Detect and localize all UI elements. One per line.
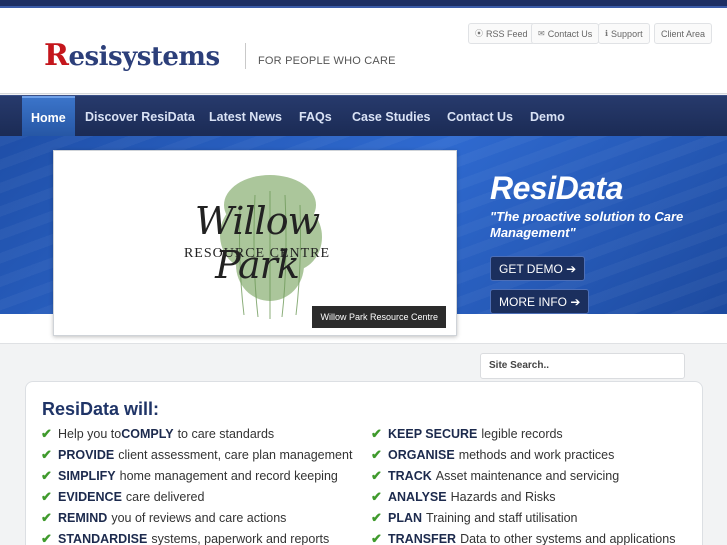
contact-us-link[interactable]: ✉ Contact Us [531,23,600,44]
residata-brand: ResiData [490,170,623,206]
mail-icon: ✉ [538,29,545,38]
feature-item: ✔ ORGANISE methods and work practices [371,444,675,465]
checkmark-icon: ✔ [41,446,52,462]
feature-item: ✔ KEEP SECURE legible records [371,423,675,444]
feature-item: ✔ REMIND you of reviews and care actions [41,507,352,528]
feature-keyword: PLAN [388,510,423,525]
checkmark-icon: ✔ [371,467,382,483]
feature-keyword: REMIND [58,510,108,525]
feature-keyword: COMPLY [121,426,174,441]
get-demo-button[interactable]: GET DEMO ➔ [490,256,586,281]
feature-keyword: EVIDENCE [58,489,122,504]
checkmark-icon: ✔ [371,509,382,525]
checkmark-icon: ✔ [371,446,382,462]
checkmark-icon: ✔ [41,530,52,545]
rss-icon: ⦿ [475,29,483,38]
arrow-right-icon: ➔ [566,261,577,276]
feature-item: ✔ SIMPLIFY home management and record keep… [41,465,352,486]
feature-keyword: STANDARDISE [58,531,148,545]
feature-keyword: ANALYSE [388,489,447,504]
logo-initial: R [44,38,69,73]
contact-us-label: Contact Us [547,28,593,39]
logo-text: esisystems [68,42,220,72]
feature-prefix: Help you to [58,426,122,441]
feature-keyword: PROVIDE [58,447,115,462]
site-header: Resisystems FOR PEOPLE WHO CARE ⦿ RSS Fe… [0,8,727,94]
nav-case-studies[interactable]: Case Studies [352,96,431,137]
feature-keyword: KEEP SECURE [388,426,478,441]
feature-text: methods and work practices [458,447,615,462]
features-left-column: ✔ Help you to COMPLY to care standards ✔ P… [41,423,352,545]
checkmark-icon: ✔ [371,425,382,441]
residata-tagline: "The proactive solution to Care Manageme… [490,209,684,240]
site-logo[interactable]: Resisystems [44,38,220,73]
slide-subtitle: RESOURCE CENTRE [183,246,331,261]
feature-text: you of reviews and care actions [111,510,287,525]
client-area-label: Client Area [661,28,706,39]
nav-discover-residata[interactable]: Discover ResiData [85,96,195,137]
feature-text: Hazards and Risks [450,489,556,504]
checkmark-icon: ✔ [41,488,52,504]
feature-item: ✔ TRACK Asset maintenance and servicing [371,465,675,486]
feature-text: Data to other systems and applications [460,531,676,545]
checkmark-icon: ✔ [371,488,382,504]
arrow-right-icon: ➔ [570,294,581,309]
client-area-link[interactable]: Client Area [654,23,713,44]
slide-title: Willow Park [194,199,320,287]
top-strip [0,0,727,8]
site-tagline: FOR PEOPLE WHO CARE [258,55,396,67]
checkmark-icon: ✔ [41,425,52,441]
site-search-input[interactable]: Site Search.. [480,353,685,379]
feature-text: care delivered [125,489,205,504]
feature-text: to care standards [177,426,275,441]
nav-contact-us[interactable]: Contact Us [447,96,513,137]
nav-faqs[interactable]: FAQs [299,96,332,137]
checkmark-icon: ✔ [41,509,52,525]
slide-caption: Willow Park Resource Centre [312,306,446,328]
nav-home[interactable]: Home [22,96,75,137]
logo-divider [245,43,246,69]
info-icon: ℹ [605,29,609,38]
feature-keyword: SIMPLIFY [58,468,116,483]
checkmark-icon: ✔ [371,530,382,545]
feature-item: ✔ TRANSFER Data to other systems and appli… [371,528,675,545]
feature-keyword: ORGANISE [388,447,455,462]
feature-text: legible records [481,426,563,441]
checkmark-icon: ✔ [41,467,52,483]
feature-item: ✔ PLAN Training and staff utilisation [371,507,675,528]
more-info-label: MORE INFO [499,294,567,309]
feature-item: ✔ PROVIDE client assessment, care plan man… [41,444,352,465]
feature-item: ✔ STANDARDISE systems, paperwork and repor… [41,528,352,545]
feature-text: systems, paperwork and reports [151,531,330,545]
feature-text: Training and staff utilisation [426,510,578,525]
feature-item: ✔ Help you to COMPLY to care standards [41,423,352,444]
feature-text: client assessment, care plan management [118,447,353,462]
more-info-button[interactable]: MORE INFO ➔ [490,289,590,314]
support-label: Support [611,28,643,39]
feature-item: ✔ ANALYSE Hazards and Risks [371,486,675,507]
main-nav: Home Discover ResiData Latest News FAQs … [0,95,727,137]
rss-feed-label: RSS Feed [486,28,528,39]
get-demo-label: GET DEMO [499,261,563,276]
feature-text: Asset maintenance and servicing [435,468,620,483]
slideshow-image[interactable]: Willow Park RESOURCE CENTRE Willow Park … [53,150,457,336]
rss-feed-link[interactable]: ⦿ RSS Feed [468,23,535,44]
feature-keyword: TRACK [388,468,432,483]
feature-item: ✔ EVIDENCE care delivered [41,486,352,507]
features-panel: ResiData will: ✔ Help you to COMPLY to ca… [25,381,703,545]
nav-latest-news[interactable]: Latest News [209,96,282,137]
feature-keyword: TRANSFER [388,531,457,545]
nav-demo[interactable]: Demo [530,96,565,137]
features-right-column: ✔ KEEP SECURE legible records ✔ ORGANISE met… [371,423,675,545]
feature-text: home management and record keeping [119,468,338,483]
features-title: ResiData will: [42,399,160,419]
support-link[interactable]: ℹ Support [598,23,650,44]
